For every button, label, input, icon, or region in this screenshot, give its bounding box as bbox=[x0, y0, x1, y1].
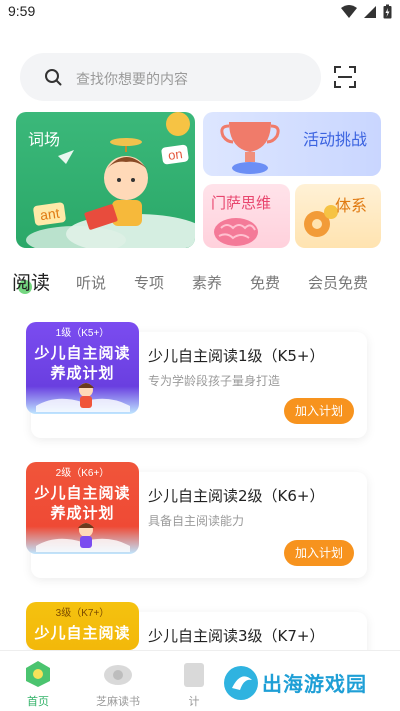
battery-icon bbox=[383, 4, 392, 19]
search-icon bbox=[45, 69, 62, 86]
status-time: 9:59 bbox=[8, 3, 36, 19]
book-cover-title: 少儿自主阅读 bbox=[34, 624, 131, 642]
banner-words[interactable]: 词场 on ant bbox=[16, 112, 195, 248]
status-bar: 9:59 bbox=[0, 0, 400, 24]
category-tabs: 阅读 听说 专项 素养 免费 会员免费 bbox=[0, 266, 400, 302]
nav-sesame-reading-label: 芝麻读书 bbox=[96, 695, 140, 708]
banner-system[interactable]: 体系 bbox=[295, 184, 381, 248]
nav-home[interactable]: 首页 bbox=[10, 655, 66, 709]
trophy-icon bbox=[220, 122, 280, 174]
nav-home-label: 首页 bbox=[27, 695, 49, 708]
word-garden-illustration bbox=[26, 112, 195, 248]
tab-member-free[interactable]: 会员免费 bbox=[308, 272, 368, 293]
tab-listening-speaking[interactable]: 听说 bbox=[76, 272, 106, 293]
book-cover-title: 少儿自主阅读 bbox=[34, 484, 131, 502]
book-title: 少儿自主阅读3级（K7+） bbox=[148, 627, 325, 645]
book-eye-icon bbox=[104, 665, 132, 685]
book-cover-level2[interactable]: 2级（K6+） 少儿自主阅读 养成计划 bbox=[26, 462, 139, 554]
tab-free[interactable]: 免费 bbox=[250, 272, 280, 293]
banner-mensa-label: 门萨思维 bbox=[211, 194, 272, 212]
signal-icon bbox=[364, 5, 376, 18]
banner-mensa[interactable]: 门萨思维 bbox=[203, 184, 290, 248]
watermark-text: 出海游戏园 bbox=[262, 672, 367, 696]
book-title: 少儿自主阅读1级（K5+） bbox=[148, 347, 325, 365]
tab-reading[interactable]: 阅读 bbox=[12, 268, 50, 295]
book-cover-level1[interactable]: 1级（K5+） 少儿自主阅读 养成计划 bbox=[26, 322, 139, 414]
search-placeholder: 查找你想要的内容 bbox=[76, 72, 188, 88]
book-level-badge: 3级（K7+） bbox=[55, 608, 110, 619]
book-subtitle: 专为学龄段孩子量身打造 bbox=[148, 374, 281, 388]
wifi-icon bbox=[341, 4, 357, 18]
banner-system-label: 体系 bbox=[334, 196, 367, 215]
book-level-badge: 1级（K5+） bbox=[55, 328, 110, 339]
scan-icon[interactable] bbox=[334, 66, 356, 88]
search-bar[interactable]: 查找你想要的内容 bbox=[20, 53, 321, 101]
status-icons bbox=[341, 4, 392, 19]
home-icon bbox=[26, 661, 50, 687]
nav-plan[interactable]: 计 bbox=[166, 655, 222, 709]
book-subtitle: 具备自主阅读能力 bbox=[148, 514, 245, 528]
book-cover-title: 少儿自主阅读 bbox=[34, 344, 131, 362]
plan-icon bbox=[184, 663, 204, 687]
child-reading-illustration bbox=[36, 523, 130, 552]
watermark-emblem-icon bbox=[224, 666, 258, 700]
banner-challenge-label: 活动挑战 bbox=[302, 130, 367, 149]
app-screen: 9:59 查找你想要的内容 词场 on ant 活动挑战 门萨思维 体系 阅读 … bbox=[0, 0, 400, 711]
book-cover-level3[interactable]: 3级（K7+） 少儿自主阅读 bbox=[26, 602, 139, 650]
banner-challenge[interactable]: 活动挑战 bbox=[203, 112, 381, 176]
nav-sesame-reading[interactable]: 芝麻读书 bbox=[90, 655, 146, 709]
tab-literacy[interactable]: 素养 bbox=[192, 272, 222, 293]
brain-icon bbox=[214, 218, 258, 246]
word-badge-on-text: on bbox=[160, 144, 190, 165]
join-plan-button[interactable]: 加入计划 bbox=[284, 540, 354, 566]
watermark-logo: 出海游戏园 bbox=[222, 660, 392, 706]
child-reading-illustration bbox=[36, 383, 130, 412]
tab-special[interactable]: 专项 bbox=[134, 272, 164, 293]
join-plan-button[interactable]: 加入计划 bbox=[284, 398, 354, 424]
nav-plan-label: 计 bbox=[188, 695, 200, 708]
book-level-badge: 2级（K6+） bbox=[55, 468, 110, 479]
book-title: 少儿自主阅读2级（K6+） bbox=[148, 487, 325, 505]
